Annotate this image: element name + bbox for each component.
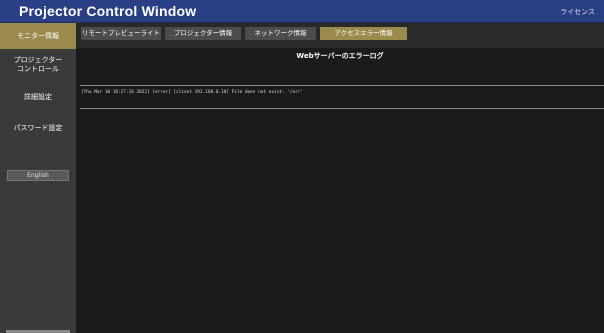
tab-network-info[interactable]: ネットワーク情報 [245, 27, 316, 40]
page-title: Webサーバーのエラーログ [296, 52, 384, 60]
divider-top [80, 85, 604, 86]
sidebar: モニター情報 プロジェクター コントロール 詳細設定 パスワード設定 Engli… [0, 23, 76, 333]
tab-remote-preview-lite[interactable]: リモートプレビューライト [81, 27, 161, 40]
log-line: [Thu Mar 10 10:27:16 2022] [error] [clie… [81, 90, 304, 95]
tab-access-error-info[interactable]: アクセスエラー情報 [320, 27, 407, 40]
sidebar-item-monitor-info[interactable]: モニター情報 [0, 23, 76, 49]
divider-bottom [80, 108, 604, 109]
app-title: Projector Control Window [19, 3, 197, 19]
english-button[interactable]: English [7, 170, 69, 181]
tab-bar: リモートプレビューライト プロジェクター情報 ネットワーク情報 アクセスエラー情… [76, 23, 604, 48]
license-link[interactable]: ライセンス [560, 8, 595, 17]
sidebar-item-password-settings[interactable]: パスワード設定 [0, 120, 76, 136]
title-bar: Projector Control Window ライセンス [0, 0, 604, 23]
tab-projector-info[interactable]: プロジェクター情報 [165, 27, 241, 40]
sidebar-item-projector-control[interactable]: プロジェクター コントロール [0, 53, 76, 77]
sidebar-item-detailed-settings[interactable]: 詳細設定 [0, 89, 76, 105]
